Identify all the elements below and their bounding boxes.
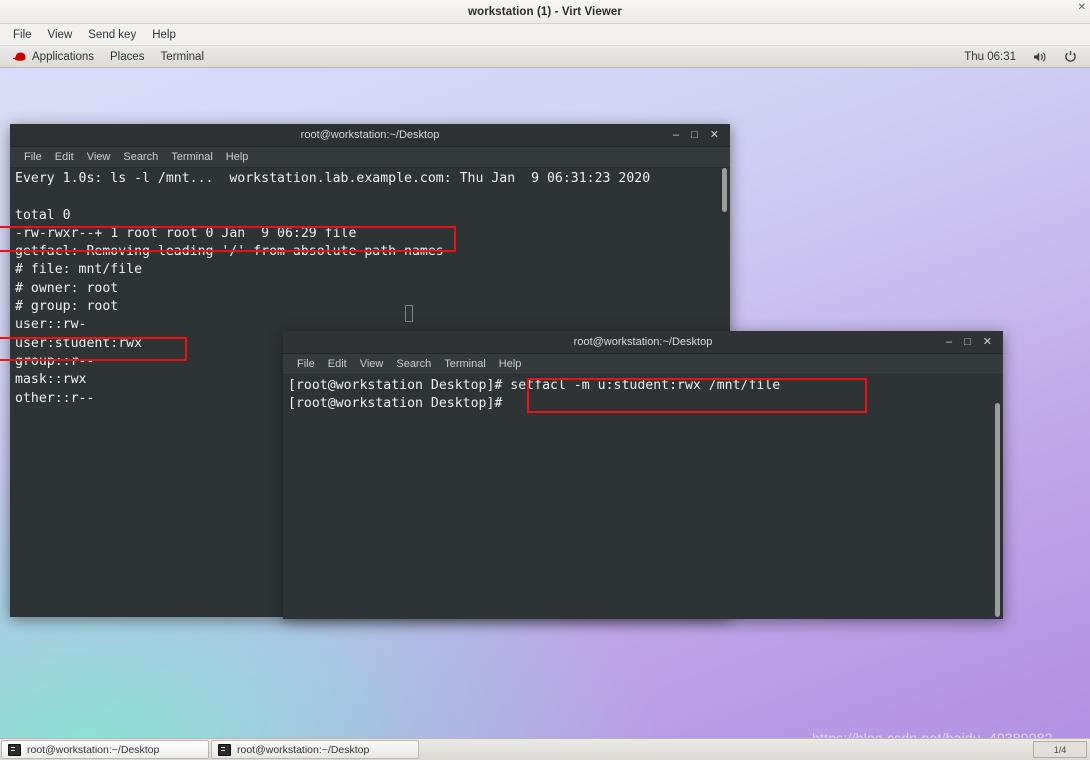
window-title: workstation (1) - Virt Viewer bbox=[468, 5, 622, 18]
terminal-2-line-0: [root@workstation Desktop]# setfacl -m u… bbox=[288, 378, 781, 393]
taskbar-item-1-label: root@workstation:~/Desktop bbox=[27, 743, 160, 756]
terminal-1-titlebar[interactable]: root@workstation:~/Desktop – □ ✕ bbox=[10, 124, 730, 147]
terminal-icon bbox=[8, 743, 21, 756]
terminal-1-menu-search[interactable]: Search bbox=[117, 149, 164, 165]
virt-viewer-window: workstation (1) - Virt Viewer ✕ File Vie… bbox=[0, 0, 1090, 760]
terminal-1-window-buttons: – □ ✕ bbox=[673, 124, 719, 147]
terminal-icon bbox=[218, 743, 231, 756]
gnome-top-panel: Applications Places Terminal Thu 06:31 bbox=[0, 46, 1090, 68]
menu-send-key[interactable]: Send key bbox=[81, 27, 143, 43]
menu-help[interactable]: Help bbox=[145, 27, 183, 43]
panel-item-places[interactable]: Places bbox=[103, 49, 152, 65]
terminal-2-titlebar[interactable]: root@workstation:~/Desktop – □ ✕ bbox=[283, 331, 1003, 354]
terminal-1-line-5: # file: mnt/file bbox=[15, 262, 143, 278]
terminal-1-menu-terminal[interactable]: Terminal bbox=[165, 149, 219, 165]
menu-view[interactable]: View bbox=[41, 27, 80, 43]
terminal-1-line-0: Every 1.0s: ls -l /mnt... workstation.la… bbox=[15, 171, 651, 186]
menu-file[interactable]: File bbox=[6, 27, 39, 43]
terminal-2-menu-search[interactable]: Search bbox=[390, 356, 437, 372]
terminal-2-text-cursor bbox=[405, 305, 413, 322]
terminal-1-menubar: File Edit View Search Terminal Help bbox=[10, 147, 730, 168]
close-icon[interactable]: ✕ bbox=[983, 331, 992, 354]
gnome-taskbar: root@workstation:~/Desktop root@workstat… bbox=[0, 738, 1090, 760]
panel-clock[interactable]: Thu 06:31 bbox=[957, 49, 1023, 65]
terminal-1-line-7: # group: root bbox=[15, 299, 119, 315]
terminal-1-line-6: # owner: root bbox=[15, 280, 119, 296]
volume-icon-glyph bbox=[1034, 51, 1046, 62]
panel-terminal-label: Terminal bbox=[160, 50, 205, 63]
terminal-2-window-buttons: – □ ✕ bbox=[946, 331, 992, 354]
terminal-2-line-1: [root@workstation Desktop]# bbox=[288, 396, 511, 412]
terminal-2-menu-terminal[interactable]: Terminal bbox=[438, 356, 492, 372]
virt-viewer-menubar: File View Send key Help bbox=[0, 24, 1090, 46]
terminal-2-menu-view[interactable]: View bbox=[354, 356, 390, 372]
panel-places-label: Places bbox=[110, 50, 145, 63]
guest-desktop: Applications Places Terminal Thu 06:31 r… bbox=[0, 46, 1090, 760]
terminal-1-menu-edit[interactable]: Edit bbox=[49, 149, 80, 165]
workspace-pager[interactable]: 1/4 bbox=[1033, 741, 1087, 758]
terminal-2-body[interactable]: [root@workstation Desktop]# setfacl -m u… bbox=[283, 375, 1003, 619]
minimize-icon[interactable]: – bbox=[673, 124, 679, 147]
power-icon-glyph bbox=[1065, 50, 1076, 62]
terminal-1-line-2: total 0 bbox=[15, 207, 71, 223]
close-icon[interactable]: ✕ bbox=[1078, 2, 1086, 13]
terminal-1-line-3: -rw-rwxr--+ 1 root root 0 Jan 9 06:29 fi… bbox=[15, 225, 357, 241]
maximize-icon[interactable]: □ bbox=[964, 331, 971, 354]
close-icon[interactable]: ✕ bbox=[710, 124, 719, 147]
taskbar-item-terminal-1[interactable]: root@workstation:~/Desktop bbox=[1, 740, 209, 759]
volume-icon[interactable] bbox=[1026, 49, 1054, 65]
terminal-1-menu-help[interactable]: Help bbox=[220, 149, 255, 165]
terminal-1-menu-file[interactable]: File bbox=[18, 149, 48, 165]
terminal-window-2[interactable]: root@workstation:~/Desktop – □ ✕ File Ed… bbox=[283, 331, 1003, 619]
panel-right-group: Thu 06:31 bbox=[957, 48, 1090, 65]
power-icon[interactable] bbox=[1057, 48, 1084, 65]
terminal-2-title: root@workstation:~/Desktop bbox=[573, 336, 713, 348]
terminal-2-menu-edit[interactable]: Edit bbox=[322, 356, 353, 372]
taskbar-item-2-label: root@workstation:~/Desktop bbox=[237, 743, 370, 756]
terminal-1-scrollbar-thumb[interactable] bbox=[722, 168, 727, 212]
terminal-2-scrollbar[interactable] bbox=[995, 375, 1000, 619]
terminal-1-line-4: getfacl: Removing leading '/' from absol… bbox=[15, 244, 444, 260]
panel-item-applications[interactable]: Applications bbox=[5, 49, 101, 65]
redhat-logo-icon bbox=[12, 52, 26, 61]
virt-viewer-titlebar: workstation (1) - Virt Viewer ✕ bbox=[0, 0, 1090, 24]
maximize-icon[interactable]: □ bbox=[691, 124, 698, 147]
panel-item-terminal[interactable]: Terminal bbox=[154, 49, 211, 65]
taskbar-item-terminal-2[interactable]: root@workstation:~/Desktop bbox=[211, 740, 419, 759]
terminal-1-line-1 bbox=[15, 188, 730, 206]
terminal-1-title: root@workstation:~/Desktop bbox=[300, 129, 440, 141]
terminal-2-scrollbar-thumb[interactable] bbox=[995, 403, 1000, 617]
terminal-2-menu-file[interactable]: File bbox=[291, 356, 321, 372]
panel-applications-label: Applications bbox=[32, 50, 95, 63]
terminal-2-menu-help[interactable]: Help bbox=[493, 356, 528, 372]
terminal-2-menubar: File Edit View Search Terminal Help bbox=[283, 354, 1003, 375]
terminal-1-menu-view[interactable]: View bbox=[81, 149, 117, 165]
minimize-icon[interactable]: – bbox=[946, 331, 952, 354]
panel-left-group: Applications Places Terminal bbox=[0, 49, 211, 65]
